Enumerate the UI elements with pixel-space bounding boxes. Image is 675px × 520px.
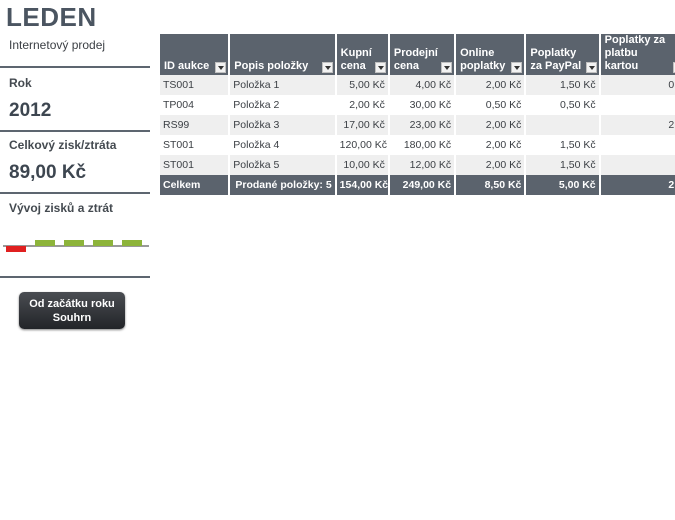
filter-dropdown-icon[interactable] (511, 62, 523, 73)
filter-dropdown-icon[interactable] (321, 62, 333, 73)
table-cell[interactable]: ST001 (160, 155, 229, 175)
column-header-purchase-price[interactable]: Kupní cena (336, 34, 388, 75)
trend-label: Vývoj zisků a ztrát (9, 201, 114, 215)
table-row: TP004 Položka 2 2,00 Kč 30,00 Kč 0,50 Kč… (160, 95, 675, 115)
table-cell[interactable]: ST001 (160, 135, 229, 155)
sparkline-gain-bar (122, 240, 142, 246)
table-cell[interactable]: 1,50 Kč (526, 155, 599, 175)
table-row: ST001 Položka 5 10,00 Kč 12,00 Kč 2,00 K… (160, 155, 675, 175)
filter-dropdown-icon[interactable] (374, 62, 386, 73)
table-cell[interactable]: Položka 1 (230, 75, 335, 95)
page-title: LEDEN (6, 2, 97, 32)
table-cell[interactable]: 120,00 Kč (336, 135, 388, 155)
sparkline-gain-bar (93, 240, 113, 246)
year-label: Rok (9, 76, 32, 90)
column-header-online-fees[interactable]: Online poplatky (456, 34, 525, 75)
table-cell[interactable]: 17,00 Kč (336, 115, 388, 135)
column-header-label: Popis položky (234, 60, 309, 72)
column-header-label: Poplatky za platbu kartou (604, 34, 666, 72)
year-value: 2012 (9, 100, 52, 121)
table-cell[interactable]: Položka 5 (230, 155, 335, 175)
sales-table-container: ID aukce Popis položky Kupní cena Prodej… (160, 34, 675, 195)
table-cell[interactable]: 1,50 Kč (526, 135, 599, 155)
table-cell[interactable]: TS001 (160, 75, 229, 95)
table-cell[interactable]: 0,50 Kč (456, 95, 525, 115)
table-cell[interactable]: 1,50 Kč (526, 75, 599, 95)
table-row: ST001 Položka 4 120,00 Kč 180,00 Kč 2,00… (160, 135, 675, 155)
profit-label: Celkový zisk/ztráta (9, 138, 117, 152)
table-row: RS99 Položka 3 17,00 Kč 23,00 Kč 2,00 Kč… (160, 115, 675, 135)
table-cell[interactable]: Položka 2 (230, 95, 335, 115)
table-cell[interactable]: 10,00 Kč (336, 155, 388, 175)
table-cell[interactable]: 180,00 Kč (389, 135, 455, 155)
column-header-card-fees[interactable]: Poplatky za platbu kartou (600, 34, 675, 75)
column-header-description[interactable]: Popis položky (230, 34, 335, 75)
table-cell[interactable]: 23,00 Kč (389, 115, 455, 135)
total-cell[interactable]: 8,50 Kč (456, 175, 525, 195)
table-cell[interactable]: 5,00 Kč (336, 75, 388, 95)
table-cell[interactable]: 2,00 Kč (336, 95, 388, 115)
table-cell[interactable]: 2,00 Kč (456, 75, 525, 95)
sales-channel-label: Internetový prodej (9, 38, 106, 52)
filter-dropdown-icon[interactable] (585, 62, 597, 73)
sparkline-gain-bar (64, 240, 84, 246)
table-cell[interactable]: Položka 3 (230, 115, 335, 135)
table-total-row: Celkem Prodané položky: 5 154,00 Kč 249,… (160, 175, 675, 195)
table-cell[interactable]: 0,0 (600, 75, 675, 95)
column-header-paypal-fees[interactable]: Poplatky za PayPal (526, 34, 599, 75)
button-label-line2: Souhrn (52, 311, 92, 324)
table-cell[interactable]: 0,50 Kč (526, 95, 599, 115)
table-cell[interactable]: 2,0 (600, 115, 675, 135)
divider (0, 130, 150, 132)
total-cell[interactable]: 154,00 Kč (336, 175, 388, 195)
win-loss-sparkline (3, 240, 149, 252)
table-cell[interactable] (600, 155, 675, 175)
total-cell[interactable]: Prodané položky: 5 (230, 175, 335, 195)
table-row: TS001 Položka 1 5,00 Kč 4,00 Kč 2,00 Kč … (160, 75, 675, 95)
table-cell[interactable]: 2,00 Kč (456, 155, 525, 175)
divider (0, 276, 150, 278)
table-header-row: ID aukce Popis položky Kupní cena Prodej… (160, 34, 675, 75)
table-cell[interactable]: 30,00 Kč (389, 95, 455, 115)
column-header-sale-price[interactable]: Prodejní cena (389, 34, 455, 75)
filter-dropdown-icon[interactable] (215, 62, 227, 73)
filter-dropdown-icon[interactable] (441, 62, 453, 73)
profit-value: 89,00 Kč (9, 162, 87, 183)
table-cell[interactable] (526, 115, 599, 135)
table-cell[interactable] (600, 95, 675, 115)
button-label-line1: Od začátku roku (29, 297, 115, 310)
table-cell[interactable]: 12,00 Kč (389, 155, 455, 175)
table-cell[interactable]: TP004 (160, 95, 229, 115)
table-cell[interactable]: 2,00 Kč (456, 115, 525, 135)
table-cell[interactable]: 2,00 Kč (456, 135, 525, 155)
total-cell[interactable]: 249,00 Kč (389, 175, 455, 195)
sales-table: ID aukce Popis položky Kupní cena Prodej… (160, 34, 675, 195)
total-cell[interactable]: Celkem (160, 175, 229, 195)
ytd-summary-button[interactable]: Od začátku roku Souhrn (19, 292, 125, 329)
sparkline-gain-bar (35, 240, 55, 246)
total-cell[interactable]: 2,0 (600, 175, 675, 195)
table-cell[interactable] (600, 135, 675, 155)
total-cell[interactable]: 5,00 Kč (526, 175, 599, 195)
table-cell[interactable]: Položka 4 (230, 135, 335, 155)
divider (0, 192, 150, 194)
table-cell[interactable]: 4,00 Kč (389, 75, 455, 95)
divider (0, 66, 150, 68)
sparkline-loss-bar (6, 246, 26, 252)
column-header-auction-id[interactable]: ID aukce (160, 34, 229, 75)
table-cell[interactable]: RS99 (160, 115, 229, 135)
